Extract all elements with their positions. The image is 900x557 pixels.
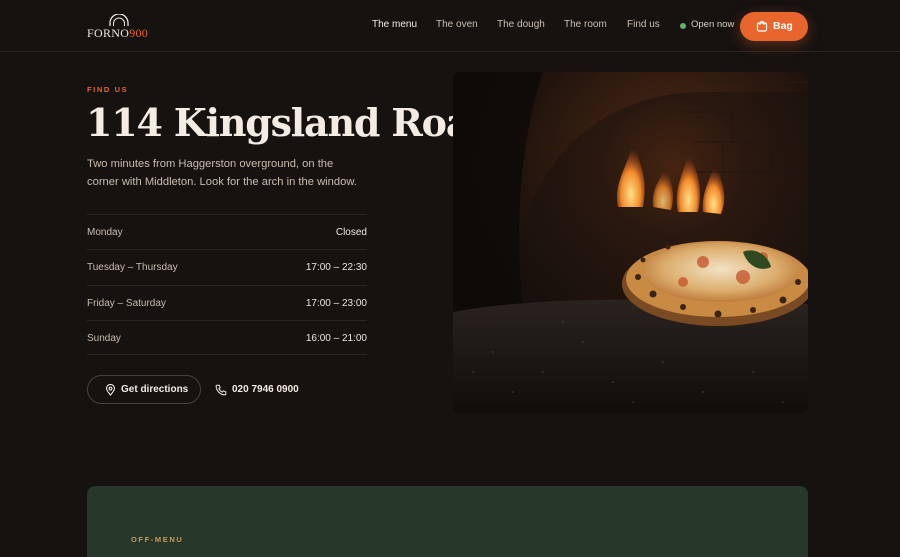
hours-day: Sunday xyxy=(87,332,121,344)
phone-number: 020 7946 0900 xyxy=(232,384,299,395)
hours-day: Friday – Saturday xyxy=(87,297,166,309)
arch-icon xyxy=(109,14,129,26)
oven-photo xyxy=(453,72,808,413)
nav-item-the-oven[interactable]: The oven xyxy=(436,19,478,30)
brand-logo[interactable]: FORNO900 xyxy=(87,14,157,40)
brand-name: FORNO xyxy=(87,26,130,40)
hours-time: 17:00 – 23:00 xyxy=(305,297,367,309)
bag-label: Bag xyxy=(773,20,793,32)
location-description: Two minutes from Haggerston overground, … xyxy=(87,158,357,188)
nav-item-the-dough[interactable]: The dough xyxy=(497,19,545,30)
off-menu-eyebrow: OFF-MENU xyxy=(131,535,184,544)
get-directions-button[interactable]: Get directions xyxy=(87,375,201,404)
hours-day: Monday xyxy=(87,227,123,238)
page-title: 114 Kingsland Road xyxy=(86,100,496,145)
hours-row: Sunday 16:00 – 21:00 xyxy=(87,319,367,356)
hours-row: Friday – Saturday 17:00 – 23:00 xyxy=(87,284,367,320)
nav-item-the-menu[interactable]: The menu xyxy=(372,19,417,30)
open-status-label: Open now xyxy=(691,19,735,30)
hours-time: 17:00 – 22:30 xyxy=(305,262,367,274)
hours-row: Monday Closed xyxy=(87,214,367,249)
opening-hours-table: Monday Closed Tuesday – Thursday 17:00 –… xyxy=(87,214,367,356)
hours-time: 16:00 – 21:00 xyxy=(305,332,367,344)
status-dot-icon xyxy=(680,23,686,29)
section-eyebrow: FIND US xyxy=(87,85,129,94)
shopping-bag-icon xyxy=(756,20,768,32)
hours-row: Tuesday – Thursday 17:00 – 22:30 xyxy=(87,249,367,284)
brand-number: 900 xyxy=(129,26,149,40)
hours-time: Closed xyxy=(335,227,367,238)
nav-item-find-us[interactable]: Find us xyxy=(627,19,660,30)
map-pin-icon xyxy=(105,384,116,396)
get-directions-label: Get directions xyxy=(121,384,189,395)
hours-day: Tuesday – Thursday xyxy=(87,262,178,274)
site-header: FORNO900 The menu The oven The dough The… xyxy=(0,0,900,52)
phone-icon xyxy=(215,384,227,396)
off-menu-panel: OFF-MENU xyxy=(87,486,808,557)
bag-button[interactable]: Bag xyxy=(740,12,808,41)
nav-item-the-room[interactable]: The room xyxy=(564,19,607,30)
brand-wordmark: FORNO900 xyxy=(87,26,148,41)
